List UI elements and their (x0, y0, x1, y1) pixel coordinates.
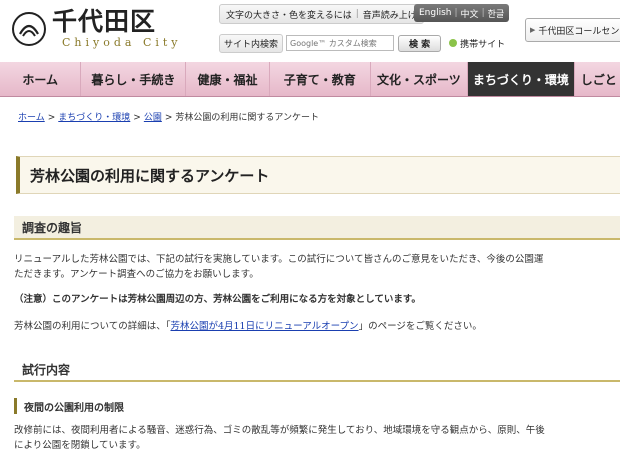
divider: | (481, 8, 485, 18)
detail-text: 芳林公園の利用についての詳細は、「芳林公園が4月11日にリニューアルオープン」の… (14, 320, 482, 334)
nav-health[interactable]: 健康・福祉 (186, 62, 270, 96)
lang-chinese-link[interactable]: 中文 (461, 7, 479, 20)
read-aloud-link[interactable]: 音声読み上げ (363, 8, 417, 21)
triangle-right-icon: ▶ (530, 26, 536, 34)
nav-childcare[interactable]: 子育て・教育 (270, 62, 371, 96)
breadcrumb-town-link[interactable]: まちづくり・環境 (58, 113, 130, 123)
breadcrumb: ホーム > まちづくり・環境 > 公園 > 芳林公園の利用に関するアンケート (18, 110, 319, 123)
detail-suffix: 」のページをご覧ください。 (358, 321, 482, 332)
divider: | (355, 9, 359, 19)
site-search: サイト内検索 検 索 携帯サイト (219, 33, 505, 53)
night-text-line1: 改修前には、夜間利用者による騒音、迷惑行為、ゴミの散乱等が頻繁に発生しており、地… (14, 425, 545, 436)
subheading-night-use: 夜間の公園利用の制限 (14, 398, 124, 414)
chiyoda-emblem-icon[interactable] (12, 12, 46, 46)
breadcrumb-home-link[interactable]: ホーム (18, 113, 45, 123)
mobile-site-link[interactable]: 携帯サイト (449, 37, 505, 50)
nav-living[interactable]: 暮らし・手続き (81, 62, 187, 96)
accessibility-links: 文字の大きさ・色を変えるには | 音声読み上げ (219, 4, 424, 24)
divider: | (454, 8, 458, 18)
breadcrumb-separator: > (133, 113, 141, 123)
nav-town-environment[interactable]: まちづくり・環境 (467, 62, 575, 96)
breadcrumb-current: 芳林公園の利用に関するアンケート (175, 113, 320, 123)
lang-english-link[interactable]: English (419, 8, 452, 18)
nav-home[interactable]: ホーム (0, 62, 82, 96)
page-title: 芳林公園の利用に関するアンケート (30, 166, 270, 185)
search-input[interactable] (286, 35, 395, 51)
purpose-text-line1: リニューアルした芳林公園では、下記の試行を実施しています。この試行について皆さん… (14, 254, 544, 265)
text-size-color-link[interactable]: 文字の大きさ・色を変えるには (226, 8, 352, 21)
nav-culture[interactable]: 文化・スポーツ (371, 62, 468, 96)
renewal-page-link[interactable]: 芳林公園が4月11日にリニューアルオープン (170, 321, 358, 332)
section-heading-purpose: 調査の趣旨 (14, 216, 620, 240)
search-button[interactable]: 検 索 (398, 34, 442, 52)
breadcrumb-separator: > (164, 113, 173, 123)
global-nav: ホーム 暮らし・手続き 健康・福祉 子育て・教育 文化・スポーツ まちづくり・環… (0, 62, 620, 97)
nav-work[interactable]: しごと (575, 62, 620, 96)
night-text-line2: により公園を閉鎖しています。 (14, 440, 146, 451)
purpose-text-line2: ただきます。アンケート調査へのご協力をお願いします。 (14, 269, 259, 280)
site-logo-subtitle: Chiyoda City (62, 36, 182, 49)
site-header: 千代田区 Chiyoda City 文字の大きさ・色を変えるには | 音声読み上… (0, 0, 620, 62)
breadcrumb-separator: > (47, 113, 56, 123)
notice-text: （注意）このアンケートは芳林公園周辺の方、芳林公園をご利用になる方を対象としてい… (14, 294, 421, 305)
breadcrumb-park-link[interactable]: 公園 (144, 113, 162, 123)
detail-prefix: 芳林公園の利用についての詳細は、「 (14, 321, 171, 332)
bullet-icon (449, 39, 458, 47)
search-label: サイト内検索 (219, 33, 284, 53)
site-logo-title[interactable]: 千代田区 (52, 8, 156, 36)
callcenter-label: 千代田区コールセンター (538, 26, 620, 37)
page-title-box: 芳林公園の利用に関するアンケート (16, 156, 620, 194)
section-heading-trial: 試行内容 (14, 358, 620, 382)
callcenter-button[interactable]: ▶ 千代田区コールセンター (525, 18, 620, 42)
language-links: English | 中文 | 한글 (414, 4, 510, 22)
mobile-site-label: 携帯サイト (460, 39, 506, 50)
lang-korean-link[interactable]: 한글 (488, 7, 505, 20)
